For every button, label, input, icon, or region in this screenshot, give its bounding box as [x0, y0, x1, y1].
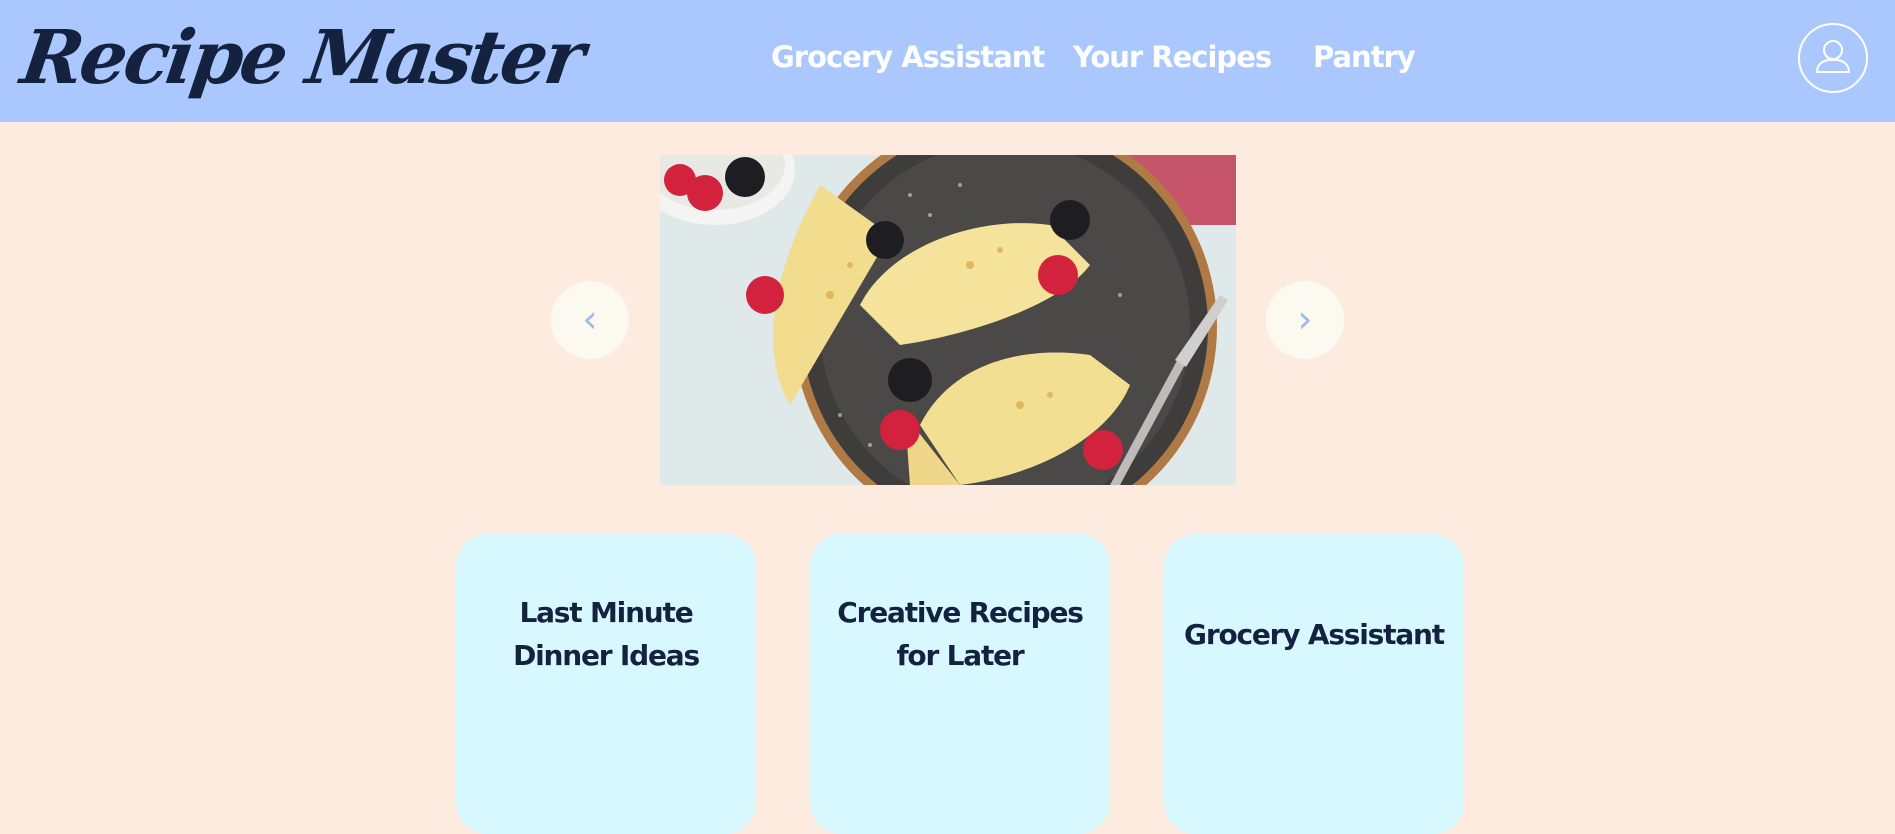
- nav-link-your-recipes[interactable]: Your Recipes: [1073, 40, 1272, 74]
- nav-link-pantry[interactable]: Pantry: [1313, 40, 1416, 74]
- nav-link-grocery-assistant[interactable]: Grocery Assistant: [771, 40, 1045, 74]
- carousel-prev-button[interactable]: ‹: [551, 281, 629, 359]
- card-creative-recipes-for-later[interactable]: Creative Recipes for Later: [810, 534, 1110, 834]
- crepes-photo: [660, 155, 1236, 485]
- card-grocery-assistant[interactable]: Grocery Assistant: [1164, 534, 1464, 834]
- chevron-left-icon: ‹: [582, 297, 598, 341]
- profile-button[interactable]: [1798, 23, 1868, 93]
- carousel-image: [660, 155, 1236, 485]
- carousel-next-button[interactable]: ›: [1266, 281, 1344, 359]
- chevron-right-icon: ›: [1297, 297, 1313, 341]
- top-navbar: Recipe Master Grocery Assistant Your Rec…: [0, 0, 1895, 122]
- card-last-minute-dinner-ideas[interactable]: Last Minute Dinner Ideas: [456, 534, 756, 834]
- card-title: Grocery Assistant: [1184, 617, 1445, 651]
- card-title: Last Minute Dinner Ideas: [513, 596, 700, 672]
- app-logo[interactable]: Recipe Master: [15, 8, 588, 108]
- card-title: Creative Recipes for Later: [837, 596, 1084, 672]
- user-icon: [1816, 40, 1850, 73]
